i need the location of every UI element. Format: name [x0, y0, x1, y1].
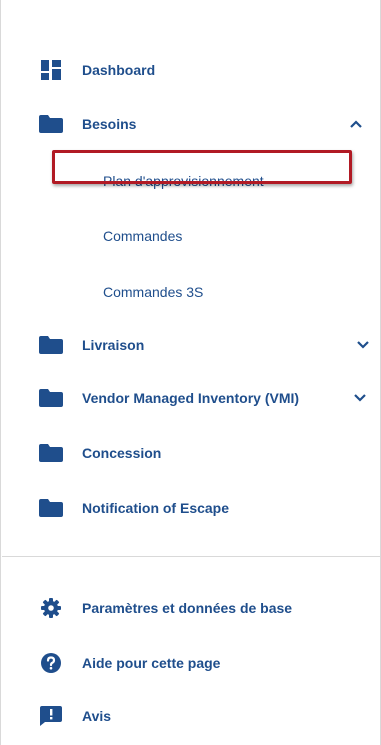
nav-item-livraison[interactable]: Livraison	[1, 325, 381, 365]
dashboard-icon	[39, 60, 63, 80]
folder-icon	[39, 114, 63, 134]
folder-icon	[39, 388, 63, 408]
nav-item-avis[interactable]: Avis	[1, 696, 381, 736]
nav-item-label: Concession	[82, 445, 162, 461]
nav-item-label: Dashboard	[82, 62, 156, 78]
folder-icon	[39, 443, 63, 463]
folder-icon	[39, 335, 63, 355]
nav-item-concession[interactable]: Concession	[1, 433, 381, 473]
navigation-panel: Dashboard Besoins Plan d'approvisionneme…	[0, 0, 381, 745]
nav-subitem-commandes-3s[interactable]: Commandes 3S	[1, 272, 381, 312]
nav-item-vmi[interactable]: Vendor Managed Inventory (VMI)	[1, 378, 381, 418]
nav-item-notification-of-escape[interactable]: Notification of Escape	[1, 488, 381, 528]
gear-icon	[39, 598, 63, 618]
nav-item-besoins[interactable]: Besoins	[1, 104, 381, 144]
nav-item-settings[interactable]: Paramètres et données de base	[1, 588, 381, 628]
divider	[2, 556, 381, 557]
nav-item-label: Livraison	[82, 337, 145, 353]
nav-subitem-label: Commandes 3S	[103, 284, 204, 300]
nav-item-label: Aide pour cette page	[82, 655, 221, 671]
nav-subitem-label: Commandes	[103, 228, 183, 244]
nav-item-dashboard[interactable]: Dashboard	[1, 50, 381, 90]
nav-item-label: Vendor Managed Inventory (VMI)	[82, 390, 300, 406]
nav-item-label: Notification of Escape	[82, 500, 230, 516]
folder-icon	[39, 498, 63, 518]
feedback-icon	[39, 706, 63, 726]
help-icon	[39, 653, 63, 673]
highlight-box	[52, 150, 352, 184]
nav-item-label: Paramètres et données de base	[82, 600, 293, 616]
chevron-up-icon[interactable]	[349, 117, 363, 131]
chevron-down-icon[interactable]	[353, 391, 367, 405]
nav-item-help[interactable]: Aide pour cette page	[1, 643, 381, 683]
nav-subitem-commandes[interactable]: Commandes	[1, 216, 381, 256]
nav-item-label: Avis	[82, 708, 112, 724]
chevron-down-icon[interactable]	[356, 338, 370, 352]
nav-item-label: Besoins	[82, 116, 137, 132]
